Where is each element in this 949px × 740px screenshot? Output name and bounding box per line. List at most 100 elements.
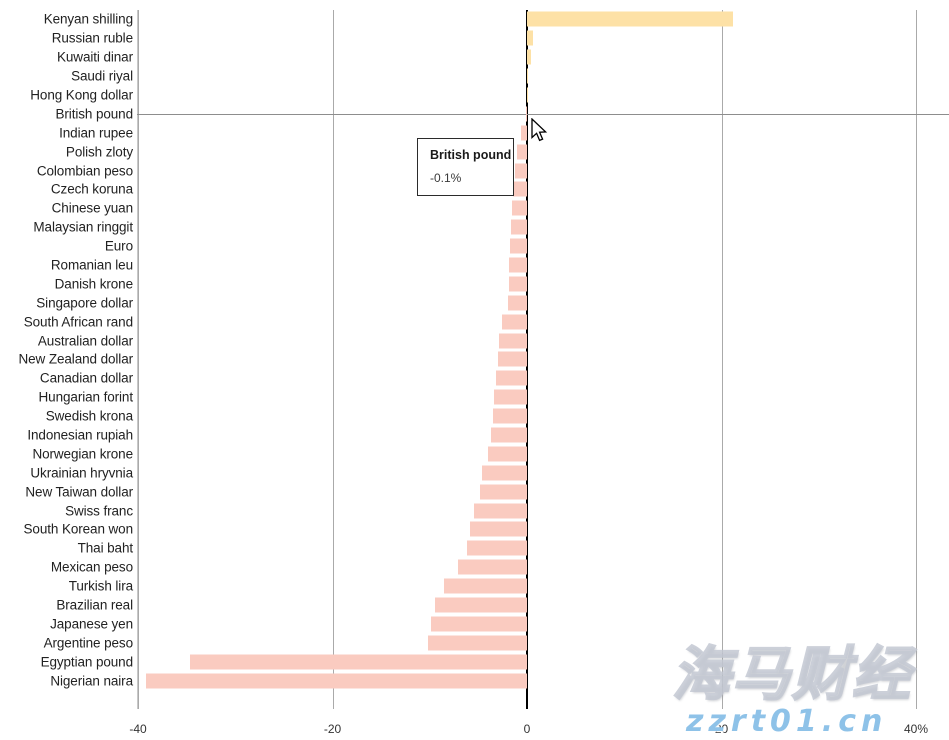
category-label: Swiss franc: [65, 503, 133, 519]
bar-row[interactable]: Brazilian real: [0, 596, 949, 615]
category-label: Romanian leu: [50, 257, 133, 273]
bar-row[interactable]: Turkish lira: [0, 577, 949, 596]
value-bar[interactable]: [526, 106, 528, 122]
value-bar[interactable]: [480, 484, 527, 500]
value-bar[interactable]: [189, 654, 527, 670]
category-label: Hungarian forint: [38, 389, 134, 405]
category-label: Australian dollar: [37, 333, 133, 349]
bar-row[interactable]: Saudi riyal: [0, 67, 949, 86]
value-bar[interactable]: [498, 333, 527, 349]
category-label: Nigerian naira: [50, 673, 133, 689]
bar-row[interactable]: Swiss franc: [0, 501, 949, 520]
bar-row[interactable]: Thai baht: [0, 539, 949, 558]
bar-row[interactable]: Malaysian ringgit: [0, 218, 949, 237]
category-label: New Zealand dollar: [18, 351, 133, 367]
value-bar[interactable]: [469, 521, 527, 537]
value-bar[interactable]: [488, 446, 527, 462]
value-bar[interactable]: [482, 465, 527, 481]
value-bar[interactable]: [474, 503, 527, 519]
bar-row[interactable]: Chinese yuan: [0, 199, 949, 218]
x-tick-label--20: -20: [323, 722, 342, 736]
value-bar[interactable]: [509, 257, 527, 273]
bar-row[interactable]: Argentine peso: [0, 633, 949, 652]
category-label: Saudi riyal: [71, 68, 133, 84]
bar-row[interactable]: Russian ruble: [0, 29, 949, 48]
x-tick-label-0: 0: [523, 722, 531, 736]
category-label: Egyptian pound: [40, 654, 134, 670]
value-bar[interactable]: [513, 181, 527, 197]
bar-row[interactable]: Mexican peso: [0, 558, 949, 577]
category-label: Chinese yuan: [51, 200, 133, 216]
x-tick-label--40: -40: [129, 722, 147, 736]
category-label: Japanese yen: [50, 616, 133, 632]
value-bar[interactable]: [434, 597, 527, 613]
category-label: Euro: [104, 238, 133, 254]
bar-row[interactable]: Swedish krona: [0, 407, 949, 426]
value-bar[interactable]: [507, 295, 527, 311]
category-label: Polish zloty: [65, 144, 133, 160]
bar-row[interactable]: Nigerian naira: [0, 671, 949, 690]
category-label: Canadian dollar: [39, 370, 133, 386]
value-bar[interactable]: [509, 276, 527, 292]
value-bar[interactable]: [457, 559, 527, 575]
value-bar[interactable]: [492, 408, 527, 424]
category-label: British pound: [55, 106, 134, 122]
category-label: Argentine peso: [43, 635, 134, 651]
category-label: Kenyan shilling: [43, 11, 133, 27]
value-bar[interactable]: [497, 351, 527, 367]
category-label: South African rand: [23, 314, 133, 330]
category-label: Thai baht: [77, 540, 133, 556]
bar-row[interactable]: Japanese yen: [0, 615, 949, 634]
bar-row[interactable]: Indonesian rupiah: [0, 426, 949, 445]
bar-row[interactable]: Hong Kong dollar: [0, 86, 949, 105]
bar-row[interactable]: New Taiwan dollar: [0, 482, 949, 501]
bar-row[interactable]: Romanian leu: [0, 256, 949, 275]
bar-row[interactable]: Hungarian forint: [0, 388, 949, 407]
category-label: Colombian peso: [36, 163, 133, 179]
value-bar[interactable]: [444, 578, 527, 594]
bar-row[interactable]: South African rand: [0, 312, 949, 331]
bar-row[interactable]: Singapore dollar: [0, 293, 949, 312]
value-bar[interactable]: [521, 125, 527, 141]
bar-row[interactable]: South Korean won: [0, 520, 949, 539]
category-label: Swedish krona: [45, 408, 133, 424]
bar-row[interactable]: Canadian dollar: [0, 369, 949, 388]
bar-row[interactable]: Ukrainian hryvnia: [0, 463, 949, 482]
value-bar[interactable]: [517, 144, 527, 160]
value-bar[interactable]: [527, 87, 529, 103]
bar-row[interactable]: Kenyan shilling: [0, 10, 949, 29]
value-bar[interactable]: [501, 314, 527, 330]
category-label: Indian rupee: [59, 125, 133, 141]
value-bar[interactable]: [491, 427, 527, 443]
value-bar[interactable]: [493, 389, 527, 405]
value-bar[interactable]: [466, 540, 527, 556]
category-label: New Taiwan dollar: [25, 484, 133, 500]
bar-row[interactable]: Egyptian pound: [0, 652, 949, 671]
bar-row[interactable]: Norwegian krone: [0, 444, 949, 463]
category-label: Brazilian real: [56, 597, 133, 613]
bar-row[interactable]: British pound: [0, 104, 949, 123]
value-bar[interactable]: [527, 30, 533, 46]
value-bar[interactable]: [527, 49, 531, 65]
category-label: Czech koruna: [50, 181, 133, 197]
bar-row[interactable]: Kuwaiti dinar: [0, 48, 949, 67]
value-bar[interactable]: [427, 635, 527, 651]
value-bar[interactable]: [527, 11, 734, 27]
category-label: Danish krone: [54, 276, 133, 292]
category-label: Mexican peso: [50, 559, 133, 575]
value-bar[interactable]: [510, 238, 527, 254]
bar-row[interactable]: New Zealand dollar: [0, 350, 949, 369]
category-label: Indonesian rupiah: [27, 427, 133, 443]
value-bar[interactable]: [512, 200, 527, 216]
bar-row[interactable]: Australian dollar: [0, 331, 949, 350]
value-bar[interactable]: [511, 219, 527, 235]
tooltip-value: -0.1%: [430, 170, 462, 185]
bar-row[interactable]: Euro: [0, 237, 949, 256]
value-bar[interactable]: [527, 68, 529, 84]
value-bar[interactable]: [495, 370, 527, 386]
data-point-tooltip: British pound -0.1%: [417, 137, 514, 196]
value-bar[interactable]: [515, 163, 527, 179]
bar-row[interactable]: Danish krone: [0, 274, 949, 293]
value-bar[interactable]: [145, 673, 527, 689]
value-bar[interactable]: [430, 616, 527, 632]
